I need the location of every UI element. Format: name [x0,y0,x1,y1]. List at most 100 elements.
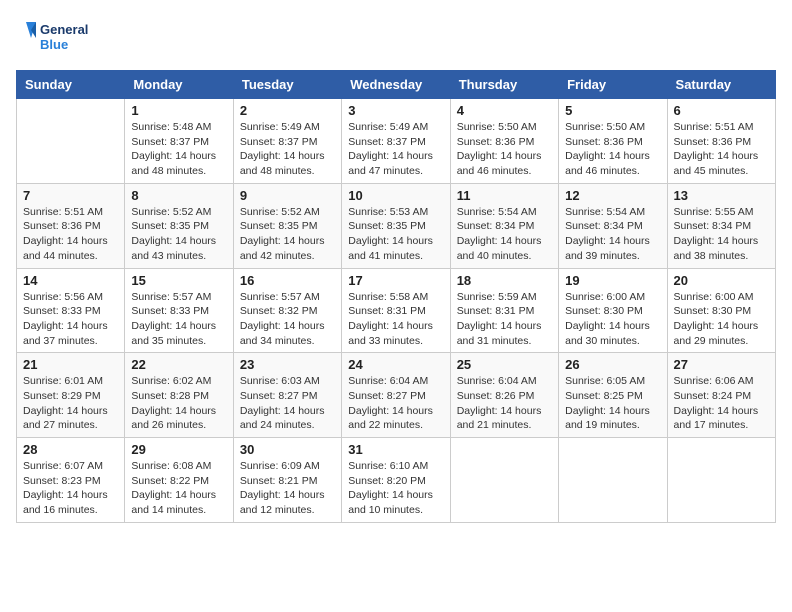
cell-date: 2 [240,103,335,118]
cell-date: 24 [348,357,443,372]
header: General Blue [16,16,776,60]
calendar-cell: 1 Sunrise: 5:48 AM Sunset: 8:37 PM Daylig… [125,99,233,184]
week-row-2: 14 Sunrise: 5:56 AM Sunset: 8:33 PM Dayli… [17,268,776,353]
cell-date: 18 [457,273,552,288]
cell-date: 25 [457,357,552,372]
cell-info: Sunrise: 5:50 AM Sunset: 8:36 PM Dayligh… [457,120,552,179]
logo: General Blue [16,16,96,60]
calendar-cell: 2 Sunrise: 5:49 AM Sunset: 8:37 PM Daylig… [233,99,341,184]
logo-svg: General Blue [16,16,96,60]
cell-info: Sunrise: 5:56 AM Sunset: 8:33 PM Dayligh… [23,290,118,349]
day-header-wednesday: Wednesday [342,71,450,99]
cell-info: Sunrise: 6:04 AM Sunset: 8:26 PM Dayligh… [457,374,552,433]
svg-text:General: General [40,22,88,37]
calendar-cell: 22 Sunrise: 6:02 AM Sunset: 8:28 PM Dayli… [125,353,233,438]
cell-date: 1 [131,103,226,118]
cell-info: Sunrise: 5:52 AM Sunset: 8:35 PM Dayligh… [240,205,335,264]
cell-date: 23 [240,357,335,372]
cell-info: Sunrise: 6:03 AM Sunset: 8:27 PM Dayligh… [240,374,335,433]
calendar-cell: 4 Sunrise: 5:50 AM Sunset: 8:36 PM Daylig… [450,99,558,184]
calendar-cell: 13 Sunrise: 5:55 AM Sunset: 8:34 PM Dayli… [667,183,775,268]
calendar-cell: 16 Sunrise: 5:57 AM Sunset: 8:32 PM Dayli… [233,268,341,353]
calendar-cell: 20 Sunrise: 6:00 AM Sunset: 8:30 PM Dayli… [667,268,775,353]
cell-info: Sunrise: 6:10 AM Sunset: 8:20 PM Dayligh… [348,459,443,518]
cell-info: Sunrise: 6:05 AM Sunset: 8:25 PM Dayligh… [565,374,660,433]
cell-date: 17 [348,273,443,288]
calendar-cell: 26 Sunrise: 6:05 AM Sunset: 8:25 PM Dayli… [559,353,667,438]
cell-info: Sunrise: 6:00 AM Sunset: 8:30 PM Dayligh… [674,290,769,349]
calendar-cell: 7Sunrise: 5:51 AM Sunset: 8:36 PM Daylig… [17,183,125,268]
cell-date: 16 [240,273,335,288]
calendar-cell [667,438,775,523]
week-row-0: 1 Sunrise: 5:48 AM Sunset: 8:37 PM Daylig… [17,99,776,184]
cell-info: Sunrise: 5:49 AM Sunset: 8:37 PM Dayligh… [348,120,443,179]
cell-date: 20 [674,273,769,288]
calendar-cell: 17 Sunrise: 5:58 AM Sunset: 8:31 PM Dayli… [342,268,450,353]
cell-info: Sunrise: 5:48 AM Sunset: 8:37 PM Dayligh… [131,120,226,179]
calendar-cell: 23 Sunrise: 6:03 AM Sunset: 8:27 PM Dayli… [233,353,341,438]
cell-info: Sunrise: 6:08 AM Sunset: 8:22 PM Dayligh… [131,459,226,518]
calendar-cell: 14 Sunrise: 5:56 AM Sunset: 8:33 PM Dayli… [17,268,125,353]
calendar-cell: 11 Sunrise: 5:54 AM Sunset: 8:34 PM Dayli… [450,183,558,268]
calendar-cell: 28 Sunrise: 6:07 AM Sunset: 8:23 PM Dayli… [17,438,125,523]
cell-info: Sunrise: 6:01 AM Sunset: 8:29 PM Dayligh… [23,374,118,433]
cell-date: 21 [23,357,118,372]
calendar-cell: 10Sunrise: 5:53 AM Sunset: 8:35 PM Dayli… [342,183,450,268]
cell-date: 8 [131,188,226,203]
day-header-tuesday: Tuesday [233,71,341,99]
cell-date: 26 [565,357,660,372]
cell-info: Sunrise: 6:02 AM Sunset: 8:28 PM Dayligh… [131,374,226,433]
calendar-cell: 15 Sunrise: 5:57 AM Sunset: 8:33 PM Dayli… [125,268,233,353]
calendar-cell: 25 Sunrise: 6:04 AM Sunset: 8:26 PM Dayli… [450,353,558,438]
calendar-cell [450,438,558,523]
calendar-cell: 19Sunrise: 6:00 AM Sunset: 8:30 PM Dayli… [559,268,667,353]
cell-date: 13 [674,188,769,203]
calendar-cell: 6Sunrise: 5:51 AM Sunset: 8:36 PM Daylig… [667,99,775,184]
cell-info: Sunrise: 5:55 AM Sunset: 8:34 PM Dayligh… [674,205,769,264]
cell-info: Sunrise: 6:09 AM Sunset: 8:21 PM Dayligh… [240,459,335,518]
calendar-cell [559,438,667,523]
day-header-friday: Friday [559,71,667,99]
cell-date: 28 [23,442,118,457]
cell-date: 30 [240,442,335,457]
calendar-cell: 21 Sunrise: 6:01 AM Sunset: 8:29 PM Dayli… [17,353,125,438]
cell-info: Sunrise: 5:54 AM Sunset: 8:34 PM Dayligh… [457,205,552,264]
cell-date: 19 [565,273,660,288]
cell-date: 6 [674,103,769,118]
cell-date: 15 [131,273,226,288]
calendar-table: SundayMondayTuesdayWednesdayThursdayFrid… [16,70,776,523]
cell-info: Sunrise: 5:59 AM Sunset: 8:31 PM Dayligh… [457,290,552,349]
cell-info: Sunrise: 6:06 AM Sunset: 8:24 PM Dayligh… [674,374,769,433]
cell-date: 11 [457,188,552,203]
cell-date: 12 [565,188,660,203]
cell-info: Sunrise: 5:49 AM Sunset: 8:37 PM Dayligh… [240,120,335,179]
calendar-cell: 24Sunrise: 6:04 AM Sunset: 8:27 PM Dayli… [342,353,450,438]
cell-date: 14 [23,273,118,288]
cell-info: Sunrise: 5:50 AM Sunset: 8:36 PM Dayligh… [565,120,660,179]
calendar-cell [17,99,125,184]
cell-info: Sunrise: 5:57 AM Sunset: 8:33 PM Dayligh… [131,290,226,349]
cell-info: Sunrise: 5:57 AM Sunset: 8:32 PM Dayligh… [240,290,335,349]
cell-info: Sunrise: 5:51 AM Sunset: 8:36 PM Dayligh… [23,205,118,264]
day-header-monday: Monday [125,71,233,99]
day-header-saturday: Saturday [667,71,775,99]
calendar-cell: 30 Sunrise: 6:09 AM Sunset: 8:21 PM Dayli… [233,438,341,523]
calendar-cell: 5 Sunrise: 5:50 AM Sunset: 8:36 PM Daylig… [559,99,667,184]
calendar-cell: 12Sunrise: 5:54 AM Sunset: 8:34 PM Dayli… [559,183,667,268]
calendar-cell: 18 Sunrise: 5:59 AM Sunset: 8:31 PM Dayli… [450,268,558,353]
cell-info: Sunrise: 5:52 AM Sunset: 8:35 PM Dayligh… [131,205,226,264]
cell-date: 3 [348,103,443,118]
cell-date: 9 [240,188,335,203]
cell-date: 5 [565,103,660,118]
calendar-cell: 27 Sunrise: 6:06 AM Sunset: 8:24 PM Dayli… [667,353,775,438]
calendar-cell: 9 Sunrise: 5:52 AM Sunset: 8:35 PM Daylig… [233,183,341,268]
calendar-cell: 3 Sunrise: 5:49 AM Sunset: 8:37 PM Daylig… [342,99,450,184]
cell-info: Sunrise: 5:53 AM Sunset: 8:35 PM Dayligh… [348,205,443,264]
cell-info: Sunrise: 5:58 AM Sunset: 8:31 PM Dayligh… [348,290,443,349]
week-row-1: 7Sunrise: 5:51 AM Sunset: 8:36 PM Daylig… [17,183,776,268]
cell-date: 27 [674,357,769,372]
cell-info: Sunrise: 6:07 AM Sunset: 8:23 PM Dayligh… [23,459,118,518]
cell-date: 4 [457,103,552,118]
cell-date: 29 [131,442,226,457]
cell-date: 22 [131,357,226,372]
